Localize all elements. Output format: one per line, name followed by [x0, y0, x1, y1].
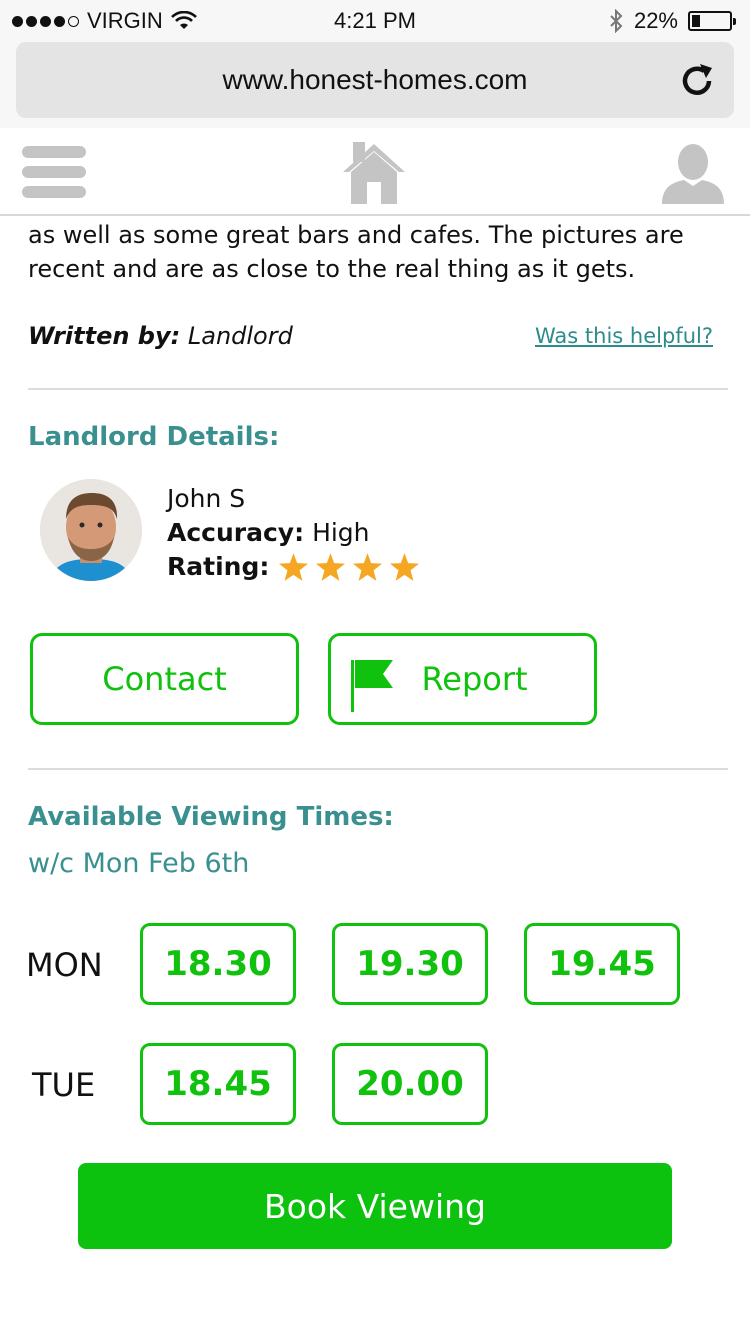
accuracy-value: High — [312, 518, 370, 547]
battery-level — [692, 15, 700, 27]
time-slot-label: 18.45 — [164, 1064, 272, 1104]
battery-percent: 22% — [633, 8, 678, 33]
time-slot-label: 19.30 — [356, 944, 464, 984]
app-navbar — [0, 128, 750, 216]
time-slot[interactable]: 19.30 — [332, 923, 488, 1005]
day-label-tue: TUE — [32, 1066, 96, 1104]
bluetooth-icon — [610, 9, 623, 33]
review-author: Written by: Landlord — [28, 322, 293, 350]
status-bar: VIRGIN 4:21 PM 22% — [0, 0, 750, 40]
battery-icon — [688, 11, 736, 31]
book-viewing-label: Book Viewing — [264, 1186, 486, 1226]
status-right: 22% — [608, 8, 736, 34]
contact-button[interactable]: Contact — [30, 633, 299, 725]
reload-icon[interactable] — [676, 60, 718, 102]
home-icon[interactable] — [343, 138, 405, 204]
time-slot-label: 20.00 — [356, 1064, 464, 1104]
rating-label: Rating: — [167, 552, 270, 581]
viewing-section-title: Available Viewing Times: — [28, 802, 394, 832]
landlord-rating: Rating: — [167, 552, 420, 581]
review-text: as well as some great bars and cafes. Th… — [28, 221, 684, 283]
address-bar[interactable]: www.honest-homes.com — [16, 42, 734, 118]
time-slot-label: 18.30 — [164, 944, 272, 984]
browser-bar: www.honest-homes.com — [0, 40, 750, 128]
landlord-section-title: Landlord Details: — [28, 422, 280, 452]
time-slot[interactable]: 18.45 — [140, 1043, 296, 1125]
flag-icon — [351, 660, 393, 712]
user-icon[interactable] — [660, 142, 726, 204]
avatar — [40, 479, 142, 581]
helpful-link[interactable]: Was this helpful? — [535, 324, 713, 348]
star-icon — [316, 552, 346, 581]
time-slot[interactable]: 19.45 — [524, 923, 680, 1005]
landlord-name: John S — [167, 484, 246, 513]
written-by-label: Written by: — [28, 322, 181, 350]
rating-stars — [279, 552, 420, 581]
book-viewing-button[interactable]: Book Viewing — [78, 1163, 672, 1249]
accuracy-label: Accuracy: — [167, 518, 305, 547]
report-button[interactable]: Report — [328, 633, 597, 725]
divider — [28, 768, 728, 770]
menu-icon[interactable] — [22, 146, 86, 198]
contact-button-label: Contact — [102, 660, 227, 698]
day-label-mon: MON — [26, 946, 103, 984]
written-by-value: Landlord — [187, 322, 293, 350]
viewing-week: w/c Mon Feb 6th — [28, 848, 250, 879]
star-icon — [390, 552, 420, 581]
star-icon — [279, 552, 309, 581]
star-icon — [353, 552, 383, 581]
time-slot[interactable]: 18.30 — [140, 923, 296, 1005]
landlord-accuracy: Accuracy: High — [167, 518, 370, 547]
report-button-label: Report — [421, 660, 528, 698]
divider — [28, 388, 728, 390]
url-text[interactable]: www.honest-homes.com — [16, 64, 734, 96]
time-slot-label: 19.45 — [548, 944, 656, 984]
time-slot[interactable]: 20.00 — [332, 1043, 488, 1125]
